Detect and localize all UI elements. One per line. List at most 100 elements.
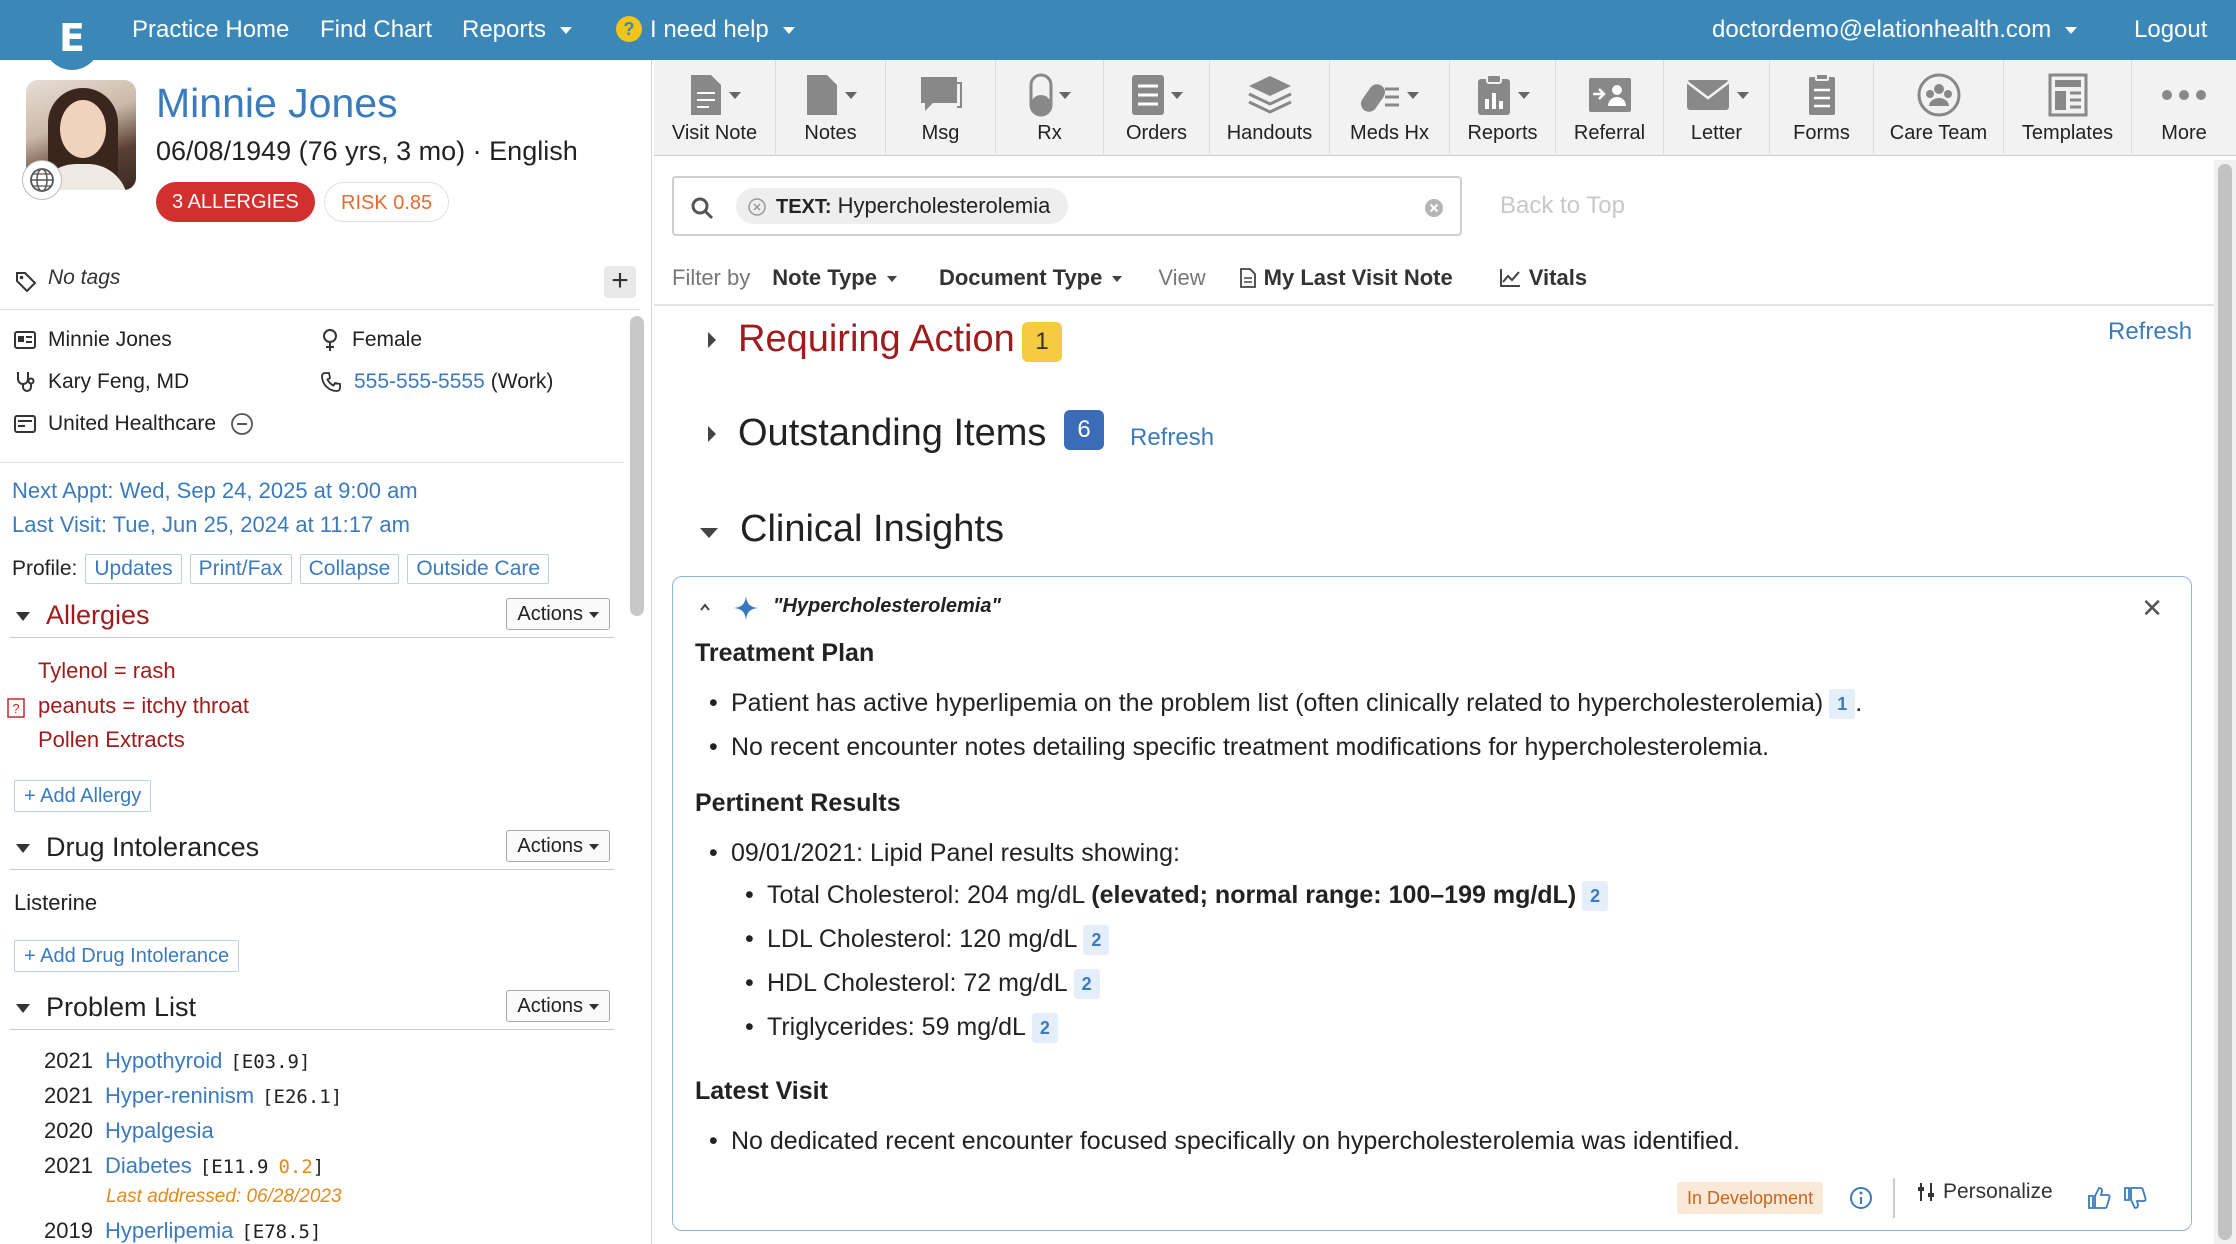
expand-triangle-icon[interactable]: [706, 330, 718, 350]
minus-circle-icon[interactable]: [230, 412, 254, 436]
last-visit-note-button[interactable]: My Last Visit Note: [1239, 265, 1453, 291]
chevron-down-icon: [1517, 91, 1530, 99]
clipboard-chart-icon: [1477, 74, 1510, 115]
citation-ref[interactable]: 1: [1829, 689, 1856, 720]
refresh-link[interactable]: Refresh: [2108, 318, 2192, 346]
problem-name[interactable]: Hyperlipemia: [105, 1218, 233, 1243]
collapse-triangle-icon[interactable]: [698, 526, 720, 540]
more-tool[interactable]: More: [2132, 60, 2236, 156]
chevron-down-icon: [1406, 91, 1419, 99]
next-appointment[interactable]: Next Appt: Wed, Sep 24, 2025 at 9:00 am: [12, 478, 418, 504]
chevron-down-icon: [1112, 276, 1123, 283]
main-scrollbar-thumb[interactable]: [2218, 164, 2232, 1240]
chevron-up-icon[interactable]: [699, 603, 711, 611]
citation-ref[interactable]: 2: [1073, 969, 1100, 1000]
problem-list-actions-button[interactable]: Actions: [506, 990, 610, 1022]
info-icon[interactable]: [1849, 1186, 1873, 1210]
collapse-triangle-icon[interactable]: [16, 844, 30, 853]
remove-chip-icon[interactable]: [748, 198, 766, 216]
add-tag-button[interactable]: +: [604, 266, 636, 298]
result-item: • Total Cholesterol: 204 mg/dL (elevated;…: [745, 881, 1609, 912]
divider: [0, 462, 624, 463]
add-allergy-button[interactable]: + Add Allergy: [14, 780, 152, 812]
vitals-button[interactable]: Vitals: [1499, 265, 1587, 291]
visit-note-tool[interactable]: Visit Note: [654, 60, 776, 156]
chevron-down-icon: [886, 276, 897, 283]
outstanding-items-heading[interactable]: Outstanding Items: [738, 412, 1046, 455]
letter-tool[interactable]: Letter: [1664, 60, 1770, 156]
drug-intolerances-actions-button[interactable]: Actions: [506, 830, 610, 862]
nav-reports[interactable]: Reports: [462, 0, 573, 60]
collapse-triangle-icon[interactable]: [16, 612, 30, 621]
top-navigation-bar: E Practice Home Find Chart Reports ? I ne…: [0, 0, 2236, 70]
treatment-item: • No recent encounter notes detailing spe…: [709, 733, 1770, 761]
allergy-item: peanuts = itchy throat: [38, 693, 249, 718]
handouts-tool[interactable]: Handouts: [1210, 60, 1330, 156]
logout-link[interactable]: Logout: [2134, 0, 2207, 60]
problem-year: 2019: [44, 1218, 93, 1243]
orders-tool[interactable]: Orders: [1104, 60, 1210, 156]
alert-icon-glyph: ?: [12, 701, 19, 716]
referral-tool[interactable]: Referral: [1556, 60, 1664, 156]
personalize-button[interactable]: Personalize: [1917, 1180, 2053, 1204]
problem-name[interactable]: Hypalgesia: [105, 1118, 214, 1143]
allergies-actions-button[interactable]: Actions: [506, 598, 610, 630]
tags-label: No tags: [48, 266, 121, 289]
forms-tool[interactable]: Forms: [1770, 60, 1874, 156]
tool-label: Meds Hx: [1350, 122, 1429, 144]
citation-ref[interactable]: 2: [1083, 925, 1110, 956]
problem-code-end: ]: [312, 1156, 325, 1178]
patient-name[interactable]: Minnie Jones: [156, 80, 398, 127]
nav-help[interactable]: ? I need help: [616, 0, 795, 60]
requiring-action-heading[interactable]: Requiring Action: [738, 318, 1015, 361]
templates-tool[interactable]: Templates: [2004, 60, 2132, 156]
nav-find-chart[interactable]: Find Chart: [320, 0, 432, 60]
problem-list-title: Problem List: [46, 992, 197, 1022]
citation-ref[interactable]: 2: [1031, 1013, 1058, 1044]
elation-logo[interactable]: E: [44, 6, 100, 70]
problem-name[interactable]: Hypothyroid: [105, 1048, 222, 1073]
close-icon[interactable]: ✕: [2141, 593, 2163, 624]
reports-tool[interactable]: Reports: [1450, 60, 1556, 156]
thumbs-down-icon[interactable]: [2123, 1186, 2147, 1210]
citation-ref[interactable]: 2: [1582, 881, 1609, 912]
add-drug-intolerance-button[interactable]: + Add Drug Intolerance: [14, 940, 240, 972]
user-menu[interactable]: doctordemo@elationhealth.com: [1712, 0, 2078, 60]
notes-tool[interactable]: Notes: [776, 60, 886, 156]
thumbs-up-icon[interactable]: [2087, 1186, 2111, 1210]
problem-name[interactable]: Hyper-reninism: [105, 1083, 254, 1108]
sidebar-scrollbar[interactable]: [630, 316, 644, 616]
meds-hx-tool[interactable]: Meds Hx: [1330, 60, 1450, 156]
profile-print-fax-button[interactable]: Print/Fax: [189, 554, 292, 584]
chart-toolbar: Visit Note Notes Msg Rx Orders Handouts …: [654, 60, 2236, 156]
clinical-insight-card: "Hypercholesterolemia" ✕ Treatment Plan …: [672, 576, 2192, 1231]
profile-updates-button[interactable]: Updates: [85, 554, 182, 584]
nav-practice-home[interactable]: Practice Home: [132, 0, 289, 60]
profile-outside-care-button[interactable]: Outside Care: [407, 554, 550, 584]
allergies-badge[interactable]: 3 ALLERGIES: [156, 182, 315, 222]
last-visit[interactable]: Last Visit: Tue, Jun 25, 2024 at 11:17 a…: [12, 512, 410, 538]
risk-badge[interactable]: RISK 0.85: [324, 182, 450, 222]
collapse-triangle-icon[interactable]: [16, 1004, 30, 1013]
demo-insurance: United Healthcare: [14, 412, 266, 436]
drug-intolerance-item: Listerine: [14, 890, 98, 915]
care-team-tool[interactable]: Care Team: [1874, 60, 2004, 156]
profile-collapse-button[interactable]: Collapse: [299, 554, 400, 584]
phone-link[interactable]: 555-555-5555: [354, 370, 485, 394]
document-type-dropdown[interactable]: Document Type: [939, 265, 1123, 291]
expand-triangle-icon[interactable]: [706, 424, 718, 444]
clinical-insights-heading[interactable]: Clinical Insights: [740, 508, 1004, 551]
problem-name[interactable]: Diabetes: [105, 1153, 192, 1178]
rx-tool[interactable]: Rx: [996, 60, 1104, 156]
msg-tool[interactable]: Msg: [886, 60, 996, 156]
refresh-link[interactable]: Refresh: [1130, 424, 1214, 452]
back-to-top-link[interactable]: Back to Top: [1500, 192, 1625, 220]
result-note: (elevated; normal range: 100–199 mg/dL): [1091, 881, 1577, 909]
search-filter-chip[interactable]: TEXT: Hypercholesterolemia: [736, 188, 1069, 224]
provider-label: Kary Feng, MD: [48, 370, 190, 393]
document-icon: [1239, 268, 1256, 288]
clear-search-icon[interactable]: [1424, 198, 1444, 218]
globe-icon[interactable]: [22, 160, 62, 200]
note-type-dropdown[interactable]: Note Type: [772, 265, 897, 291]
chart-search-box[interactable]: TEXT: Hypercholesterolemia: [672, 176, 1462, 236]
